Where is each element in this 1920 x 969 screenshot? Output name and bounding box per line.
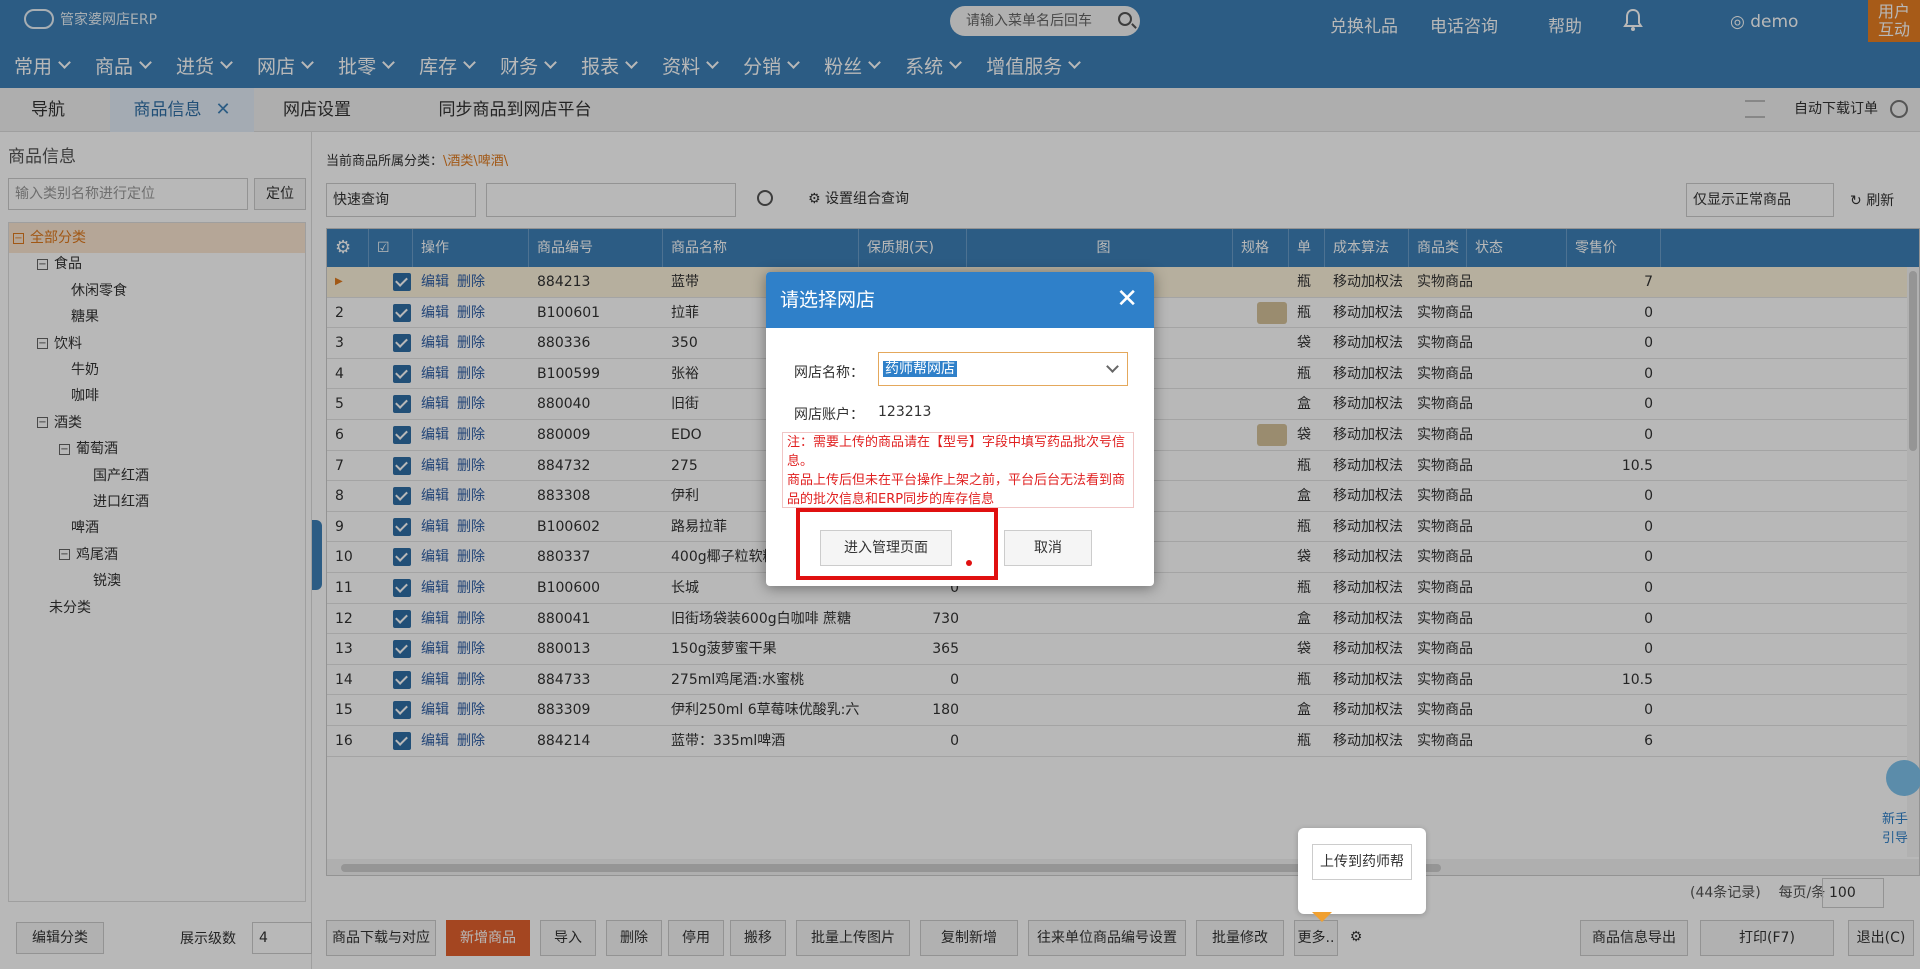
- close-icon[interactable]: ✕: [1116, 284, 1138, 314]
- upload-to-yaoshibang-button[interactable]: 上传到药师帮: [1312, 844, 1412, 880]
- highlight-annotation: [796, 508, 998, 580]
- upload-popover: 上传到药师帮: [1298, 828, 1426, 914]
- shop-account-value: 123213: [878, 404, 932, 420]
- shop-select[interactable]: 药师帮网店: [878, 352, 1128, 386]
- cancel-button[interactable]: 取消: [1004, 530, 1092, 566]
- shop-account-label: 网店账户：: [794, 407, 864, 423]
- cursor-dot: [966, 560, 972, 566]
- shop-value: 药师帮网店: [883, 361, 957, 377]
- popover-arrow: [1312, 912, 1332, 922]
- dialog-title: 请选择网店: [766, 272, 1154, 328]
- upload-note: 注：需要上传的商品请在【型号】字段中填写药品批次号信息。 商品上传后但未在平台操…: [782, 432, 1134, 508]
- chevron-down-icon: [1106, 360, 1119, 373]
- shop-name-label: 网店名称：: [794, 365, 864, 381]
